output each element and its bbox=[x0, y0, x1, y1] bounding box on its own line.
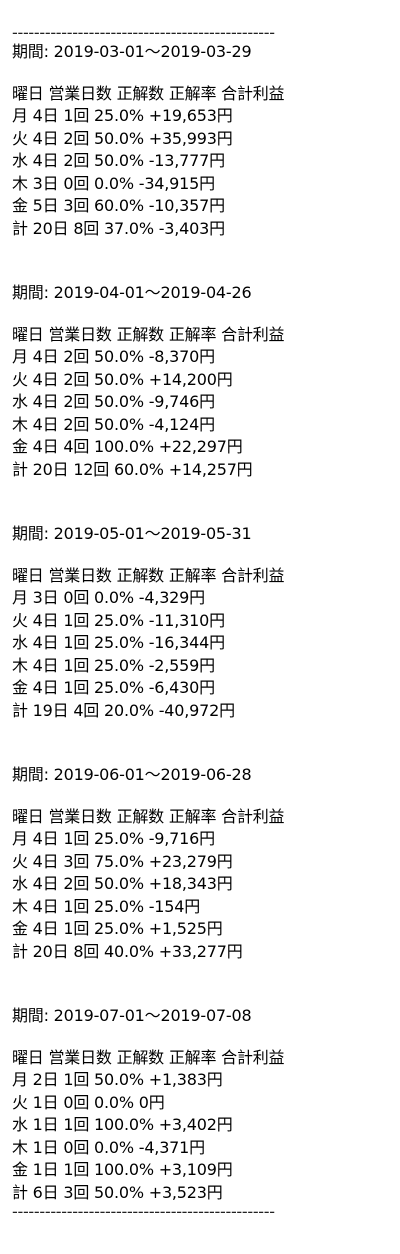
report-document: ----------------------------------------… bbox=[12, 25, 392, 1220]
period-block: 期間: 2019-03-01～2019-03-29 曜日 営業日数 正解数 正解… bbox=[12, 41, 392, 240]
period-heading: 期間: 2019-06-01～2019-06-28 bbox=[12, 765, 252, 784]
table-row: 木 4日 1回 25.0% -2,559円 bbox=[12, 655, 215, 675]
table-row: 金 4日 1回 25.0% -6,430円 bbox=[12, 678, 215, 697]
table-header: 曜日 営業日数 正解数 正解率 合計利益 bbox=[12, 83, 285, 103]
table-row: 月 4日 2回 50.0% -8,370円 bbox=[12, 347, 215, 366]
period-block: 期間: 2019-07-01～2019-07-08 曜日 営業日数 正解数 正解… bbox=[12, 1005, 392, 1204]
table-row: 金 4日 4回 100.0% +22,297円 bbox=[12, 437, 243, 456]
table-row: 火 4日 2回 50.0% +14,200円 bbox=[12, 369, 233, 389]
table-row: 水 4日 2回 50.0% -9,746円 bbox=[12, 392, 215, 411]
total-row: 計 19日 4回 20.0% -40,972円 bbox=[12, 700, 235, 720]
table-header: 曜日 営業日数 正解数 正解率 合計利益 bbox=[12, 324, 285, 344]
period-heading: 期間: 2019-03-01～2019-03-29 bbox=[12, 42, 252, 61]
period-block: 期間: 2019-05-01～2019-05-31 曜日 営業日数 正解数 正解… bbox=[12, 523, 392, 722]
table-row: 火 4日 1回 25.0% -11,310円 bbox=[12, 610, 225, 630]
table-header: 曜日 営業日数 正解数 正解率 合計利益 bbox=[12, 806, 285, 826]
table-row: 金 4日 1回 25.0% +1,525円 bbox=[12, 919, 223, 938]
table-row: 木 4日 2回 50.0% -4,124円 bbox=[12, 414, 215, 434]
table-row: 月 2日 1回 50.0% +1,383円 bbox=[12, 1070, 223, 1089]
period-block: 期間: 2019-04-01～2019-04-26 曜日 営業日数 正解数 正解… bbox=[12, 282, 392, 481]
total-row: 計 20日 8回 37.0% -3,403円 bbox=[12, 218, 225, 238]
table-row: 水 4日 2回 50.0% +18,343円 bbox=[12, 874, 233, 893]
table-row: 月 4日 1回 25.0% +19,653円 bbox=[12, 106, 233, 125]
table-row: 木 1日 0回 0.0% -4,371円 bbox=[12, 1137, 205, 1157]
total-row: 計 20日 12回 60.0% +14,257円 bbox=[12, 459, 253, 479]
period-heading: 期間: 2019-04-01～2019-04-26 bbox=[12, 283, 252, 302]
table-row: 金 5日 3回 60.0% -10,357円 bbox=[12, 196, 225, 215]
table-row: 火 4日 2回 50.0% +35,993円 bbox=[12, 128, 233, 148]
table-row: 水 4日 1回 25.0% -16,344円 bbox=[12, 633, 225, 652]
table-row: 木 4日 1回 25.0% -154円 bbox=[12, 896, 201, 916]
period-heading: 期間: 2019-07-01～2019-07-08 bbox=[12, 1006, 252, 1025]
table-row: 火 4日 3回 75.0% +23,279円 bbox=[12, 851, 233, 871]
table-row: 水 1日 1回 100.0% +3,402円 bbox=[12, 1115, 233, 1134]
period-heading: 期間: 2019-05-01～2019-05-31 bbox=[12, 524, 252, 543]
period-block: 期間: 2019-06-01～2019-06-28 曜日 営業日数 正解数 正解… bbox=[12, 764, 392, 963]
table-row: 水 4日 2回 50.0% -13,777円 bbox=[12, 151, 225, 170]
table-row: 金 1日 1回 100.0% +3,109円 bbox=[12, 1160, 233, 1179]
table-row: 月 4日 1回 25.0% -9,716円 bbox=[12, 829, 215, 848]
bottom-divider: ----------------------------------------… bbox=[12, 1204, 275, 1220]
table-row: 月 3日 0回 0.0% -4,329円 bbox=[12, 588, 205, 607]
table-row: 木 3日 0回 0.0% -34,915円 bbox=[12, 173, 215, 193]
top-divider: ----------------------------------------… bbox=[12, 25, 275, 41]
table-row: 火 1日 0回 0.0% 0円 bbox=[12, 1092, 165, 1112]
total-row: 計 6日 3回 50.0% +3,523円 bbox=[12, 1182, 223, 1202]
table-header: 曜日 営業日数 正解数 正解率 合計利益 bbox=[12, 565, 285, 585]
total-row: 計 20日 8回 40.0% +33,277円 bbox=[12, 941, 243, 961]
table-header: 曜日 営業日数 正解数 正解率 合計利益 bbox=[12, 1047, 285, 1067]
